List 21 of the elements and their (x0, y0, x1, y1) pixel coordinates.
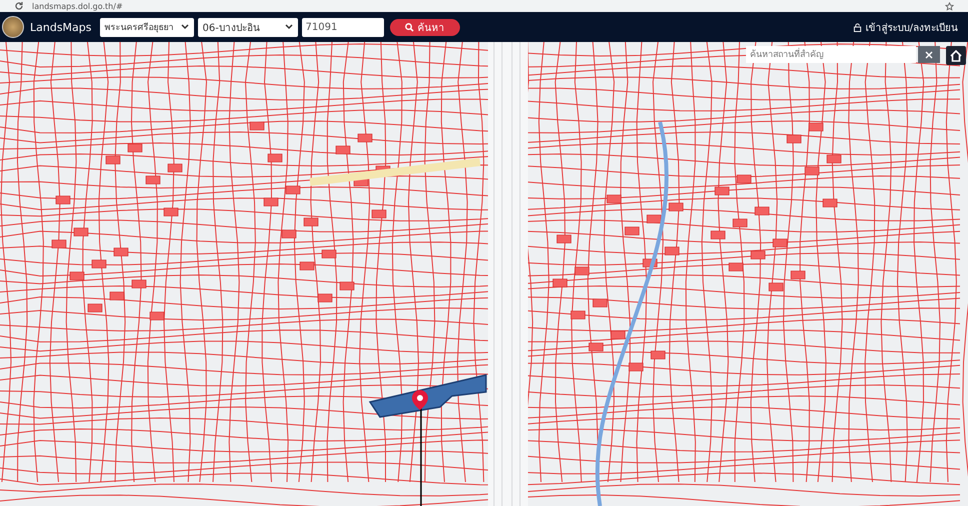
address-bar[interactable]: landsmaps.dol.go.th/# (32, 2, 123, 10)
home-button[interactable] (946, 46, 966, 65)
parcel-number-field[interactable]: 71091 (302, 18, 384, 36)
close-icon (925, 50, 933, 58)
search-button[interactable]: ค้นหา (390, 18, 460, 36)
clear-button[interactable] (918, 46, 940, 63)
highlighted-parcel[interactable] (368, 374, 487, 418)
login-link[interactable]: เข้าสู่ระบบ/ลงทะเบียน (852, 20, 958, 34)
province-select[interactable]: พระนครศรีอยุธยา (100, 18, 194, 36)
seal-logo-icon (2, 16, 24, 38)
place-search-field[interactable]: ค้นหาสถานที่สำคัญ (746, 46, 916, 63)
map-pin-icon (412, 390, 428, 410)
caret-icon (284, 24, 292, 30)
search-icon (404, 22, 414, 32)
caret-icon (180, 24, 188, 30)
district-select[interactable]: 06-บางปะอิน (198, 18, 298, 36)
home-icon (950, 50, 962, 62)
lock-icon (852, 22, 862, 32)
site-name: LandsMaps (30, 20, 92, 34)
star-icon[interactable] (945, 2, 954, 10)
refresh-icon[interactable] (14, 1, 24, 11)
